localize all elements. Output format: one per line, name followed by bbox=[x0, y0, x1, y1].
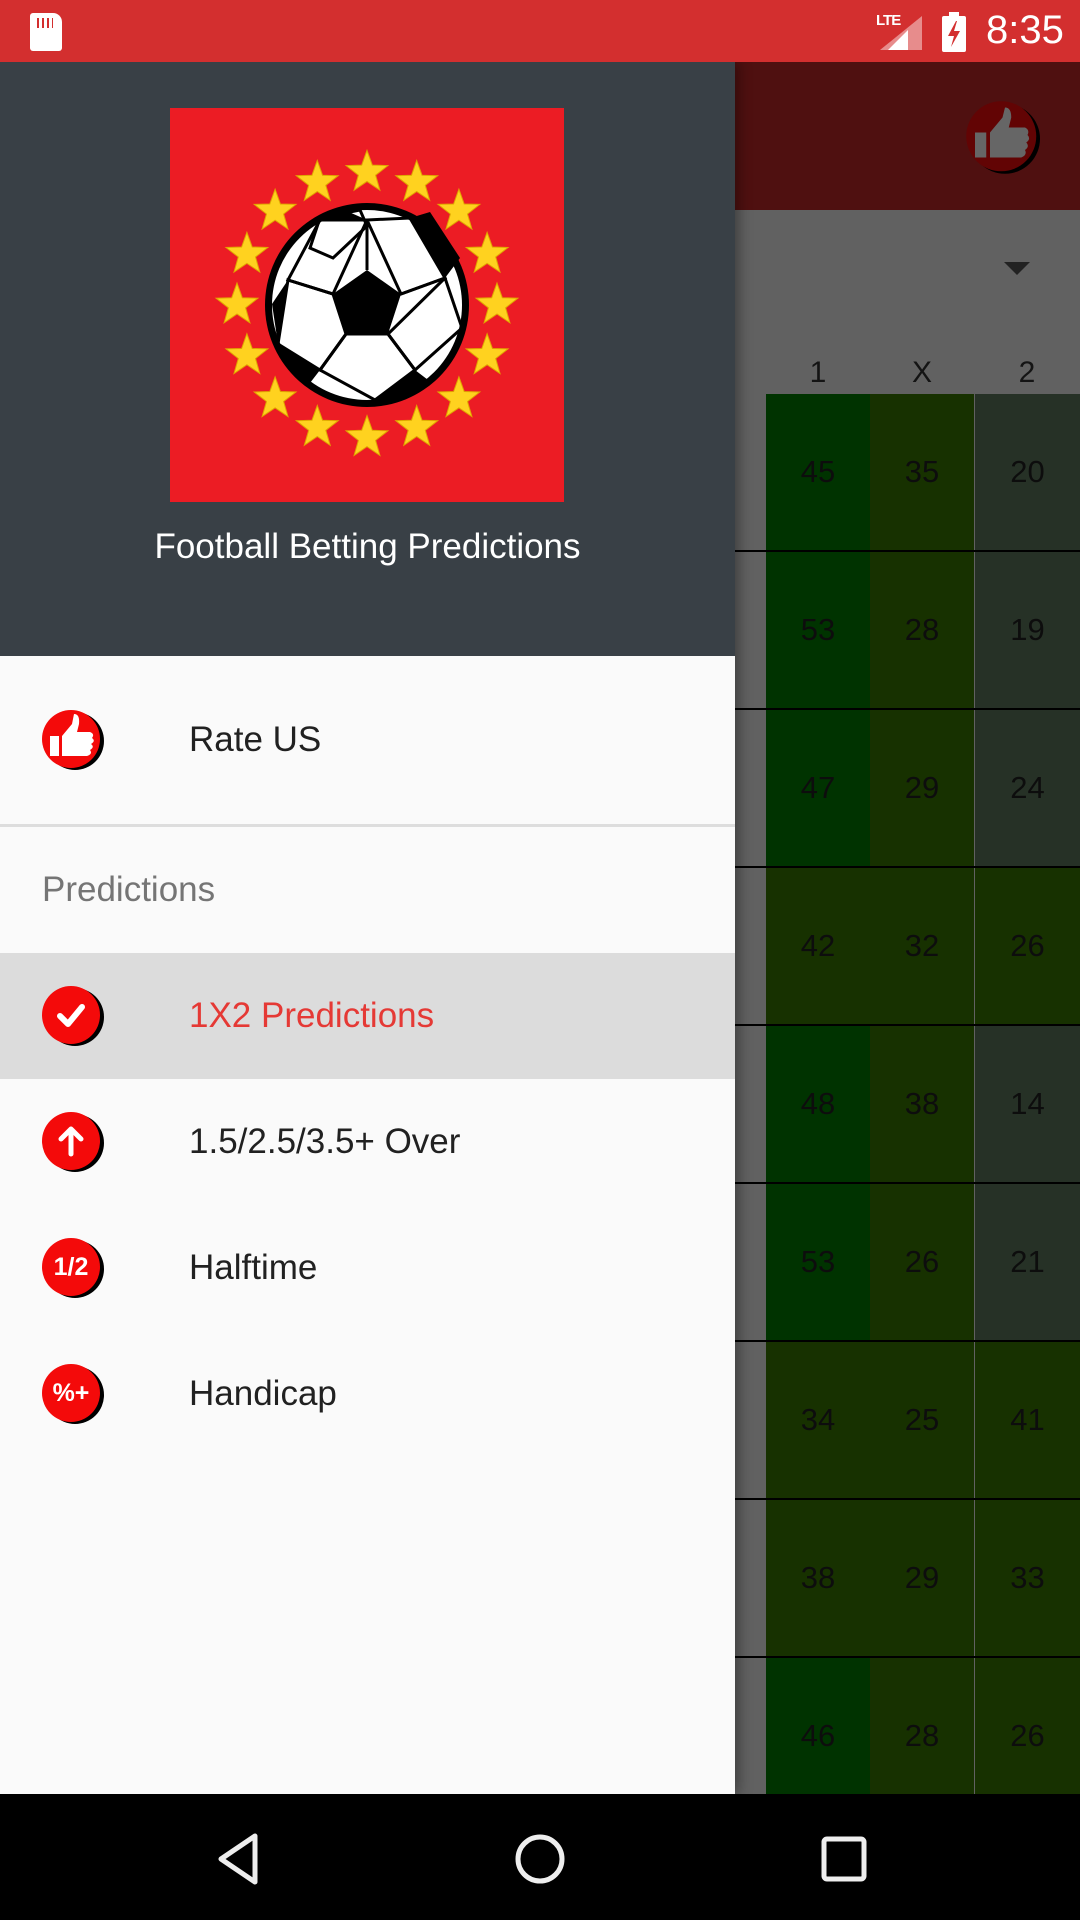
nav-item-rate-us[interactable]: Rate US bbox=[0, 677, 735, 803]
home-icon bbox=[515, 1834, 565, 1884]
app-logo bbox=[170, 108, 564, 502]
navigation-drawer: Football Betting Predictions Rate US Pre… bbox=[0, 62, 735, 1794]
divider bbox=[0, 824, 735, 827]
recents-icon bbox=[821, 1836, 867, 1882]
thumbs-up-icon bbox=[42, 710, 104, 770]
star-icon bbox=[436, 375, 482, 418]
star-icon bbox=[294, 404, 340, 447]
home-button[interactable] bbox=[505, 1824, 575, 1894]
nav-item-handicap[interactable]: %+ Handicap bbox=[0, 1331, 735, 1457]
network-type: LTE bbox=[876, 12, 901, 29]
section-title-predictions: Predictions bbox=[42, 870, 216, 909]
nav-item-label: 1X2 Predictions bbox=[189, 996, 435, 1035]
football-stars-logo bbox=[214, 148, 520, 457]
nav-item-1x2-predictions[interactable]: 1X2 Predictions bbox=[0, 953, 735, 1079]
star-icon bbox=[252, 187, 298, 231]
recents-button[interactable] bbox=[809, 1824, 879, 1894]
star-icon bbox=[464, 230, 510, 274]
nav-item-label: Halftime bbox=[189, 1248, 318, 1287]
badge-text: 1/2 bbox=[42, 1238, 100, 1296]
nav-item-label: Rate US bbox=[189, 720, 322, 759]
battery-charging-icon bbox=[942, 12, 966, 52]
half-icon: 1/2 bbox=[42, 1238, 104, 1298]
nav-item-halftime[interactable]: 1/2 Halftime bbox=[0, 1205, 735, 1331]
status-bar: LTE 8:35 bbox=[0, 0, 1080, 62]
star-icon bbox=[344, 148, 390, 192]
star-icon bbox=[224, 332, 270, 375]
badge-text: %+ bbox=[42, 1364, 100, 1422]
system-navigation-bar bbox=[0, 1794, 1080, 1920]
screen: LTE 8:35 1X2 Predictions 1 X 2 453520532… bbox=[0, 0, 1080, 1920]
clock: 8:35 bbox=[986, 8, 1064, 52]
nav-item-over-under[interactable]: 1.5/2.5/3.5+ Over bbox=[0, 1079, 735, 1205]
star-icon bbox=[344, 414, 390, 457]
nav-item-label: Handicap bbox=[189, 1374, 337, 1413]
nav-item-label: 1.5/2.5/3.5+ Over bbox=[189, 1122, 461, 1161]
check-icon bbox=[42, 986, 104, 1046]
football-icon bbox=[265, 203, 469, 407]
drawer-header: Football Betting Predictions bbox=[0, 62, 735, 656]
star-icon bbox=[436, 187, 482, 231]
arrow-up-icon bbox=[42, 1112, 104, 1172]
star-icon bbox=[394, 404, 440, 447]
star-icon bbox=[474, 281, 520, 324]
star-icon bbox=[224, 230, 270, 274]
star-icon bbox=[394, 159, 440, 202]
app-name: Football Betting Predictions bbox=[154, 527, 581, 566]
back-button[interactable] bbox=[203, 1824, 273, 1894]
sd-card-icon bbox=[30, 13, 62, 51]
star-icon bbox=[464, 332, 510, 375]
star-icon bbox=[214, 281, 260, 324]
handicap-icon: %+ bbox=[42, 1364, 104, 1424]
star-icon bbox=[252, 375, 298, 418]
star-icon bbox=[294, 159, 340, 202]
back-icon bbox=[218, 1833, 258, 1885]
